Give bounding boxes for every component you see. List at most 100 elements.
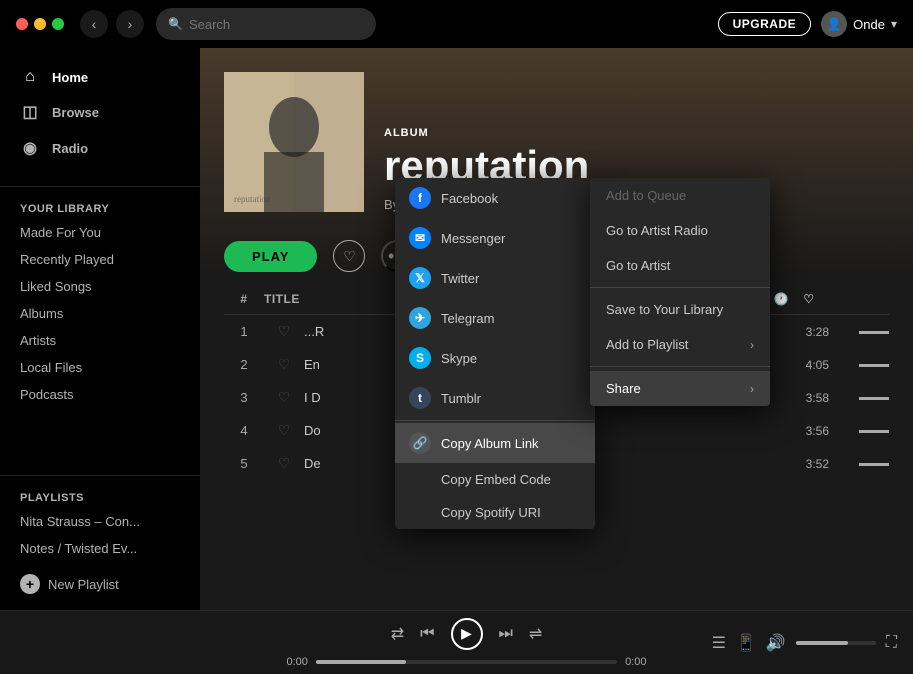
copy-spotify-uri-button[interactable]: Copy Spotify URI xyxy=(395,496,595,529)
track-waveform: ▬▬▬ xyxy=(829,458,889,469)
progress-time-current: 0:00 xyxy=(287,656,308,668)
progress-track[interactable] xyxy=(316,660,617,664)
control-buttons: ⇄ ⏮ ▶ ⏭ ⇌ xyxy=(391,618,543,650)
nav-back-button[interactable]: ‹ xyxy=(80,10,108,38)
chevron-right-icon: › xyxy=(750,338,754,352)
share-label: Share xyxy=(606,381,641,396)
go-to-artist-radio-label: Go to Artist Radio xyxy=(606,223,708,238)
telegram-label: Telegram xyxy=(441,311,494,326)
close-button[interactable] xyxy=(16,18,28,30)
track-heart-button[interactable]: ♡ xyxy=(264,422,304,439)
content-area: reputation ALBUM reputation By Taylor Sw… xyxy=(200,48,913,610)
share-item-twitter[interactable]: 𝕏 Twitter xyxy=(395,258,595,298)
share-submenu: f Facebook ✉ Messenger 𝕏 Twitter xyxy=(395,178,595,529)
share-item-tumblr[interactable]: t Tumblr xyxy=(395,378,595,418)
volume-fill xyxy=(796,641,848,645)
sidebar-item-playlist-2[interactable]: Notes / Twisted Ev... xyxy=(0,535,200,562)
context-menu-item-go-to-artist[interactable]: Go to Artist xyxy=(590,248,770,283)
play-button[interactable]: PLAY xyxy=(224,241,317,272)
avatar: 👤 xyxy=(821,11,847,37)
copy-album-link-label: Copy Album Link xyxy=(441,436,539,451)
fullscreen-button[interactable] xyxy=(52,18,64,30)
sidebar-item-label: Home xyxy=(52,70,88,85)
top-right: UPGRADE 👤 Onde ▾ xyxy=(718,11,897,37)
twitter-icon: 𝕏 xyxy=(409,267,431,289)
sidebar-item-made-for-you[interactable]: Made For You xyxy=(0,219,200,246)
share-submenu-panel: f Facebook ✉ Messenger 𝕏 Twitter xyxy=(395,178,595,529)
col-like-icon: ♡ xyxy=(789,292,829,306)
track-number: 4 xyxy=(224,423,264,438)
copy-embed-code-label: Copy Embed Code xyxy=(441,472,551,487)
facebook-icon: f xyxy=(409,187,431,209)
share-item-facebook[interactable]: f Facebook xyxy=(395,178,595,218)
queue-icon[interactable]: ☰ xyxy=(712,633,726,653)
shuffle-button[interactable]: ⇄ xyxy=(391,624,404,644)
sidebar: ⌂ Home ◫ Browse ◉ Radio YOUR LIBRARY Mad… xyxy=(0,48,200,610)
go-to-artist-label: Go to Artist xyxy=(606,258,670,273)
track-heart-button[interactable]: ♡ xyxy=(264,389,304,406)
devices-icon[interactable]: 📱 xyxy=(736,633,756,653)
bottom-bar: ⇄ ⏮ ▶ ⏭ ⇌ 0:00 0:00 ☰ 📱 🔊 ⛶ xyxy=(0,610,913,674)
messenger-icon: ✉ xyxy=(409,227,431,249)
album-art: reputation xyxy=(224,72,364,212)
track-heart-button[interactable]: ♡ xyxy=(264,455,304,472)
sidebar-item-liked-songs[interactable]: Liked Songs xyxy=(0,273,200,300)
track-duration: 4:05 xyxy=(789,358,829,372)
context-menu-item-add-to-queue[interactable]: Add to Queue xyxy=(590,178,770,213)
share-item-telegram[interactable]: ✈ Telegram xyxy=(395,298,595,338)
progress-bar[interactable]: 0:00 0:00 xyxy=(287,656,647,668)
fullscreen-icon[interactable]: ⛶ xyxy=(886,634,897,652)
search-bar[interactable]: 🔍 xyxy=(156,8,376,40)
sidebar-item-playlist-1[interactable]: Nita Strauss – Con... xyxy=(0,508,200,535)
new-playlist-label: New Playlist xyxy=(48,577,119,592)
context-menu-item-share[interactable]: Share › xyxy=(590,371,770,406)
sidebar-item-recently-played[interactable]: Recently Played xyxy=(0,246,200,273)
minimize-button[interactable] xyxy=(34,18,46,30)
search-input[interactable] xyxy=(189,17,364,32)
sidebar-item-radio[interactable]: ◉ Radio xyxy=(8,130,192,166)
track-duration: 3:52 xyxy=(789,457,829,471)
share-item-messenger[interactable]: ✉ Messenger xyxy=(395,218,595,258)
track-heart-button[interactable]: ♡ xyxy=(264,323,304,340)
context-menu-item-save-to-library[interactable]: Save to Your Library xyxy=(590,292,770,327)
track-duration: 3:56 xyxy=(789,424,829,438)
track-number: 2 xyxy=(224,357,264,372)
sidebar-item-albums[interactable]: Albums xyxy=(0,300,200,327)
add-to-queue-label: Add to Queue xyxy=(606,188,686,203)
play-pause-button[interactable]: ▶ xyxy=(451,618,483,650)
sidebar-item-browse[interactable]: ◫ Browse xyxy=(8,94,192,130)
twitter-label: Twitter xyxy=(441,271,479,286)
chevron-down-icon: ▾ xyxy=(891,17,897,31)
track-waveform: ▬▬▬ xyxy=(829,359,889,370)
nav-forward-button[interactable]: › xyxy=(116,10,144,38)
tumblr-icon: t xyxy=(409,387,431,409)
volume-icon[interactable]: 🔊 xyxy=(766,633,786,653)
heart-button[interactable]: ♡ xyxy=(333,240,365,272)
copy-embed-code-button[interactable]: Copy Embed Code xyxy=(395,463,595,496)
home-icon: ⌂ xyxy=(20,68,40,86)
chevron-right-share-icon: › xyxy=(750,382,754,396)
new-playlist-button[interactable]: + New Playlist xyxy=(0,566,200,602)
repeat-button[interactable]: ⇌ xyxy=(529,624,542,644)
previous-button[interactable]: ⏮ xyxy=(420,625,434,643)
save-to-library-label: Save to Your Library xyxy=(606,302,723,317)
copy-album-link-button[interactable]: 🔗 Copy Album Link xyxy=(395,423,595,463)
context-menu-item-go-to-artist-radio[interactable]: Go to Artist Radio xyxy=(590,213,770,248)
sidebar-item-label: Browse xyxy=(52,105,99,120)
skype-label: Skype xyxy=(441,351,477,366)
sidebar-item-artists[interactable]: Artists xyxy=(0,327,200,354)
sidebar-item-podcasts[interactable]: Podcasts xyxy=(0,381,200,408)
sidebar-item-local-files[interactable]: Local Files xyxy=(0,354,200,381)
next-button[interactable]: ⏭ xyxy=(499,625,513,643)
sidebar-item-home[interactable]: ⌂ Home xyxy=(8,60,192,94)
track-heart-button[interactable]: ♡ xyxy=(264,356,304,373)
top-bar: ‹ › 🔍 UPGRADE 👤 Onde ▾ xyxy=(0,0,913,48)
context-menu-item-add-to-playlist[interactable]: Add to Playlist › xyxy=(590,327,770,362)
user-area[interactable]: 👤 Onde ▾ xyxy=(821,11,897,37)
track-number: 1 xyxy=(224,324,264,339)
upgrade-button[interactable]: UPGRADE xyxy=(718,12,812,36)
skype-icon: S xyxy=(409,347,431,369)
volume-bar[interactable] xyxy=(796,641,876,645)
track-number: 3 xyxy=(224,390,264,405)
share-item-skype[interactable]: S Skype xyxy=(395,338,595,378)
